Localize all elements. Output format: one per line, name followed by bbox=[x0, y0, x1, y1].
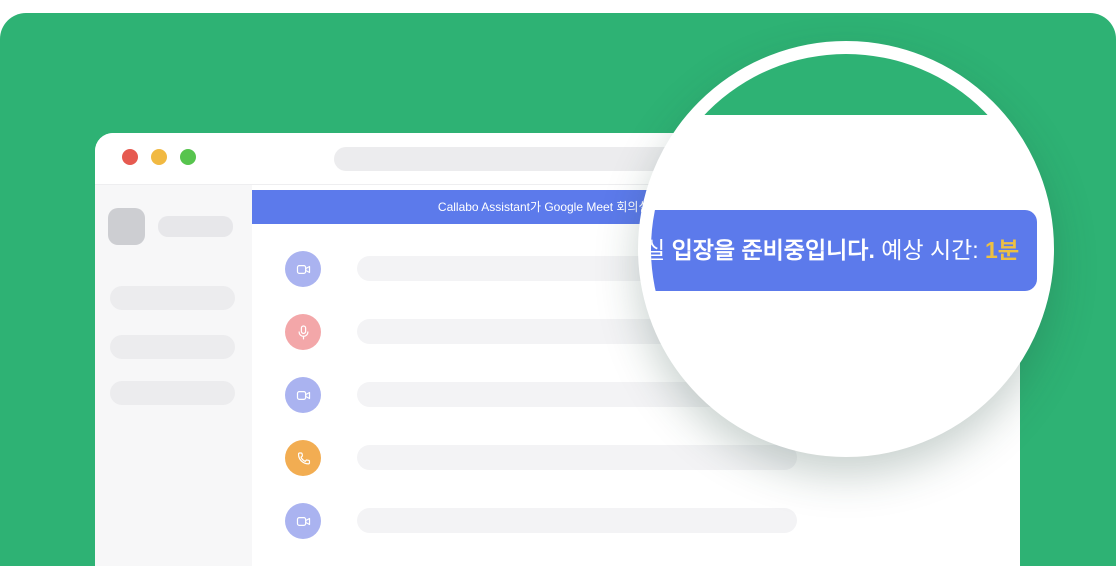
meeting-title-placeholder[interactable] bbox=[357, 445, 797, 470]
hero-background: Callabo Assistant가 Google Meet 회의실 입장을 준… bbox=[0, 13, 1116, 566]
magnified-hero-background bbox=[646, 54, 1046, 115]
video-camera-icon bbox=[285, 251, 321, 287]
traffic-light-close-button[interactable] bbox=[122, 149, 138, 165]
banner-text-bold: 입장을 준비중입니다. bbox=[672, 237, 875, 263]
illustration-stage: Callabo Assistant가 Google Meet 회의실 입장을 준… bbox=[0, 0, 1116, 566]
magnified-notification-banner: Callabo Assistant가 Google Meet 회의실 입장을 준… bbox=[646, 210, 1037, 291]
traffic-light-zoom-button[interactable] bbox=[180, 149, 196, 165]
banner-eta-highlight: 1분 bbox=[985, 237, 1019, 263]
sidebar-menu-placeholder[interactable] bbox=[110, 286, 235, 310]
magnifier-circle: Callabo Assistant가 Google Meet 회의실 입장을 준… bbox=[638, 41, 1054, 457]
traffic-light-minimize-button[interactable] bbox=[151, 149, 167, 165]
meeting-title-placeholder[interactable] bbox=[357, 508, 797, 533]
sidebar-avatar-placeholder bbox=[108, 208, 145, 245]
microphone-icon bbox=[285, 314, 321, 350]
magnified-banner-text: Callabo Assistant가 Google Meet 회의실 입장을 준… bbox=[646, 210, 1019, 291]
banner-text: 예상 시간: bbox=[875, 237, 985, 263]
video-camera-icon bbox=[285, 377, 321, 413]
sidebar bbox=[95, 185, 252, 566]
video-camera-icon bbox=[285, 503, 321, 539]
sidebar-title-placeholder bbox=[158, 216, 233, 237]
sidebar-menu-placeholder[interactable] bbox=[110, 335, 235, 359]
phone-icon bbox=[285, 440, 321, 476]
banner-text: Callabo Assistant가 Google Meet 회의실 bbox=[438, 200, 653, 214]
banner-text: Callabo Assistant가 Google Meet 회의실 bbox=[646, 237, 672, 263]
sidebar-menu-placeholder[interactable] bbox=[110, 381, 235, 405]
